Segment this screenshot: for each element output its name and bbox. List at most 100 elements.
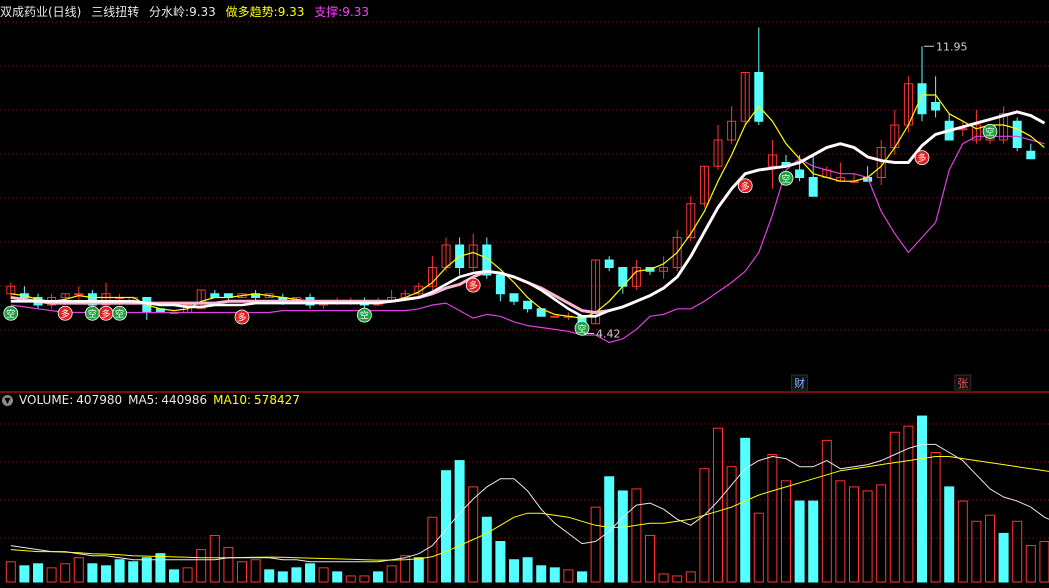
event-markers-layer: 财张跌 [791,374,972,391]
volume-bar [209,534,220,583]
signal-label: 空 [360,310,369,322]
volume-bar [386,565,397,583]
volume-bar [767,454,778,583]
volume-bar [971,520,982,583]
support-value: 9.33 [342,5,369,19]
volume-bar [645,534,655,583]
signal-label: 空 [577,323,586,335]
volume-bar [223,547,234,583]
volume-label: VOLUME: [19,393,74,407]
header-item-watershed: 分水岭:9.33 [149,5,220,19]
volume-bar [33,563,43,583]
volume-bar [781,480,791,583]
header-item-long-trend: 做多趋势:9.33 [226,5,309,19]
volume-bar [114,559,125,583]
volume-bar [617,490,628,583]
annotations-layer: 11.95 4.42 [584,40,968,341]
signal-label: 多 [917,152,926,164]
volume-bars-layer [5,415,1049,583]
header-item-support: 支撑:9.33 [314,5,369,19]
candle-body [754,72,764,122]
ma10-label: MA10: [213,393,252,407]
volume-bar [794,500,805,583]
volume-bar [1025,545,1036,583]
candles-layer [6,27,1036,328]
signal-label: 多 [469,280,478,292]
volume-bar [631,488,642,583]
price-annotation: 11.95 [936,40,968,53]
volume-bar [250,559,261,583]
volume-bar [128,561,139,583]
volume-bar [60,563,71,583]
volume-bar [101,565,111,583]
volume-bar [264,569,275,583]
volume-bar [862,490,873,583]
volume-bar [536,565,547,583]
candle-body [604,259,614,268]
candle-body [1012,120,1022,148]
price-annotation: 4.42 [596,328,621,341]
volume-bar [495,541,506,583]
volume-bar [169,569,179,583]
volume-bar [753,512,764,583]
candle-body [74,293,84,296]
ma5-value: 440986 [161,393,208,407]
volume-bar [563,569,574,583]
volume-bar [196,549,207,583]
volume-bar [1039,541,1049,583]
watershed-line [10,110,1046,318]
volume-bar [590,506,601,583]
candle-body [1026,150,1036,160]
signal-label: 多 [101,308,110,320]
signal-label: 空 [6,308,15,320]
indicator-name: 三线扭转 [91,5,140,19]
long-trend-label: 做多趋势: [225,5,278,19]
volume-header: ▼ VOLUME: 407980 MA5: 440986 MA10: 578427 [0,390,306,410]
candle-body [808,177,818,197]
volume-bar [291,567,302,583]
ma5-label: MA5: [128,393,159,407]
watershed-label: 分水岭: [149,5,190,19]
volume-bar [726,466,737,583]
volume-bar [876,484,887,583]
volume-bar [305,563,315,583]
signal-label: 空 [985,126,994,138]
long-trend-value: 9.33 [277,5,305,19]
volume-bar [944,486,955,583]
candle-body [509,293,519,302]
volume-bar [577,571,587,583]
support-label: 支撑: [314,5,343,19]
signal-label: 多 [741,180,750,192]
event-marker-label: 财 [794,376,805,390]
chevron-down-icon[interactable]: ▼ [2,395,13,406]
stock-chart: 空多空多空多空多空多空多空 11.954.42 财张跌 [0,21,1049,583]
volume-bar [332,571,343,583]
volume-bar [808,500,819,583]
volume-value: 407980 [76,393,123,407]
volume-ma5-line [10,443,1049,563]
volume-bar [237,561,247,583]
volume-bar [957,500,968,583]
signal-label: 空 [115,308,124,320]
volume-grid [0,423,1049,539]
volume-bar [522,557,533,583]
volume-bar [5,561,16,583]
candle-body [931,102,941,111]
volume-bar [373,571,383,583]
volume-ma-layer [10,443,1049,563]
price-header: 双成药业(日线) 三线扭转 分水岭:9.33 做多趋势:9.33 支撑:9.33 [0,2,375,22]
volume-bar [604,476,615,583]
long-trend-line [10,94,1045,319]
chart-stage: 空多空多空多空多空多空多空 11.954.42 财张跌 双成药业(日线) 三线扭… [0,0,1049,584]
volume-bar [699,468,710,583]
signal-label: 空 [88,308,97,320]
volume-bar [413,557,424,583]
volume-bar [685,571,696,583]
volume-bar [985,514,995,583]
volume-bar [672,575,683,583]
watershed-value: 9.33 [189,5,216,19]
volume-bar [713,427,723,583]
volume-bar [849,486,859,583]
volume-bar [998,532,1009,583]
volume-bar [427,516,438,583]
